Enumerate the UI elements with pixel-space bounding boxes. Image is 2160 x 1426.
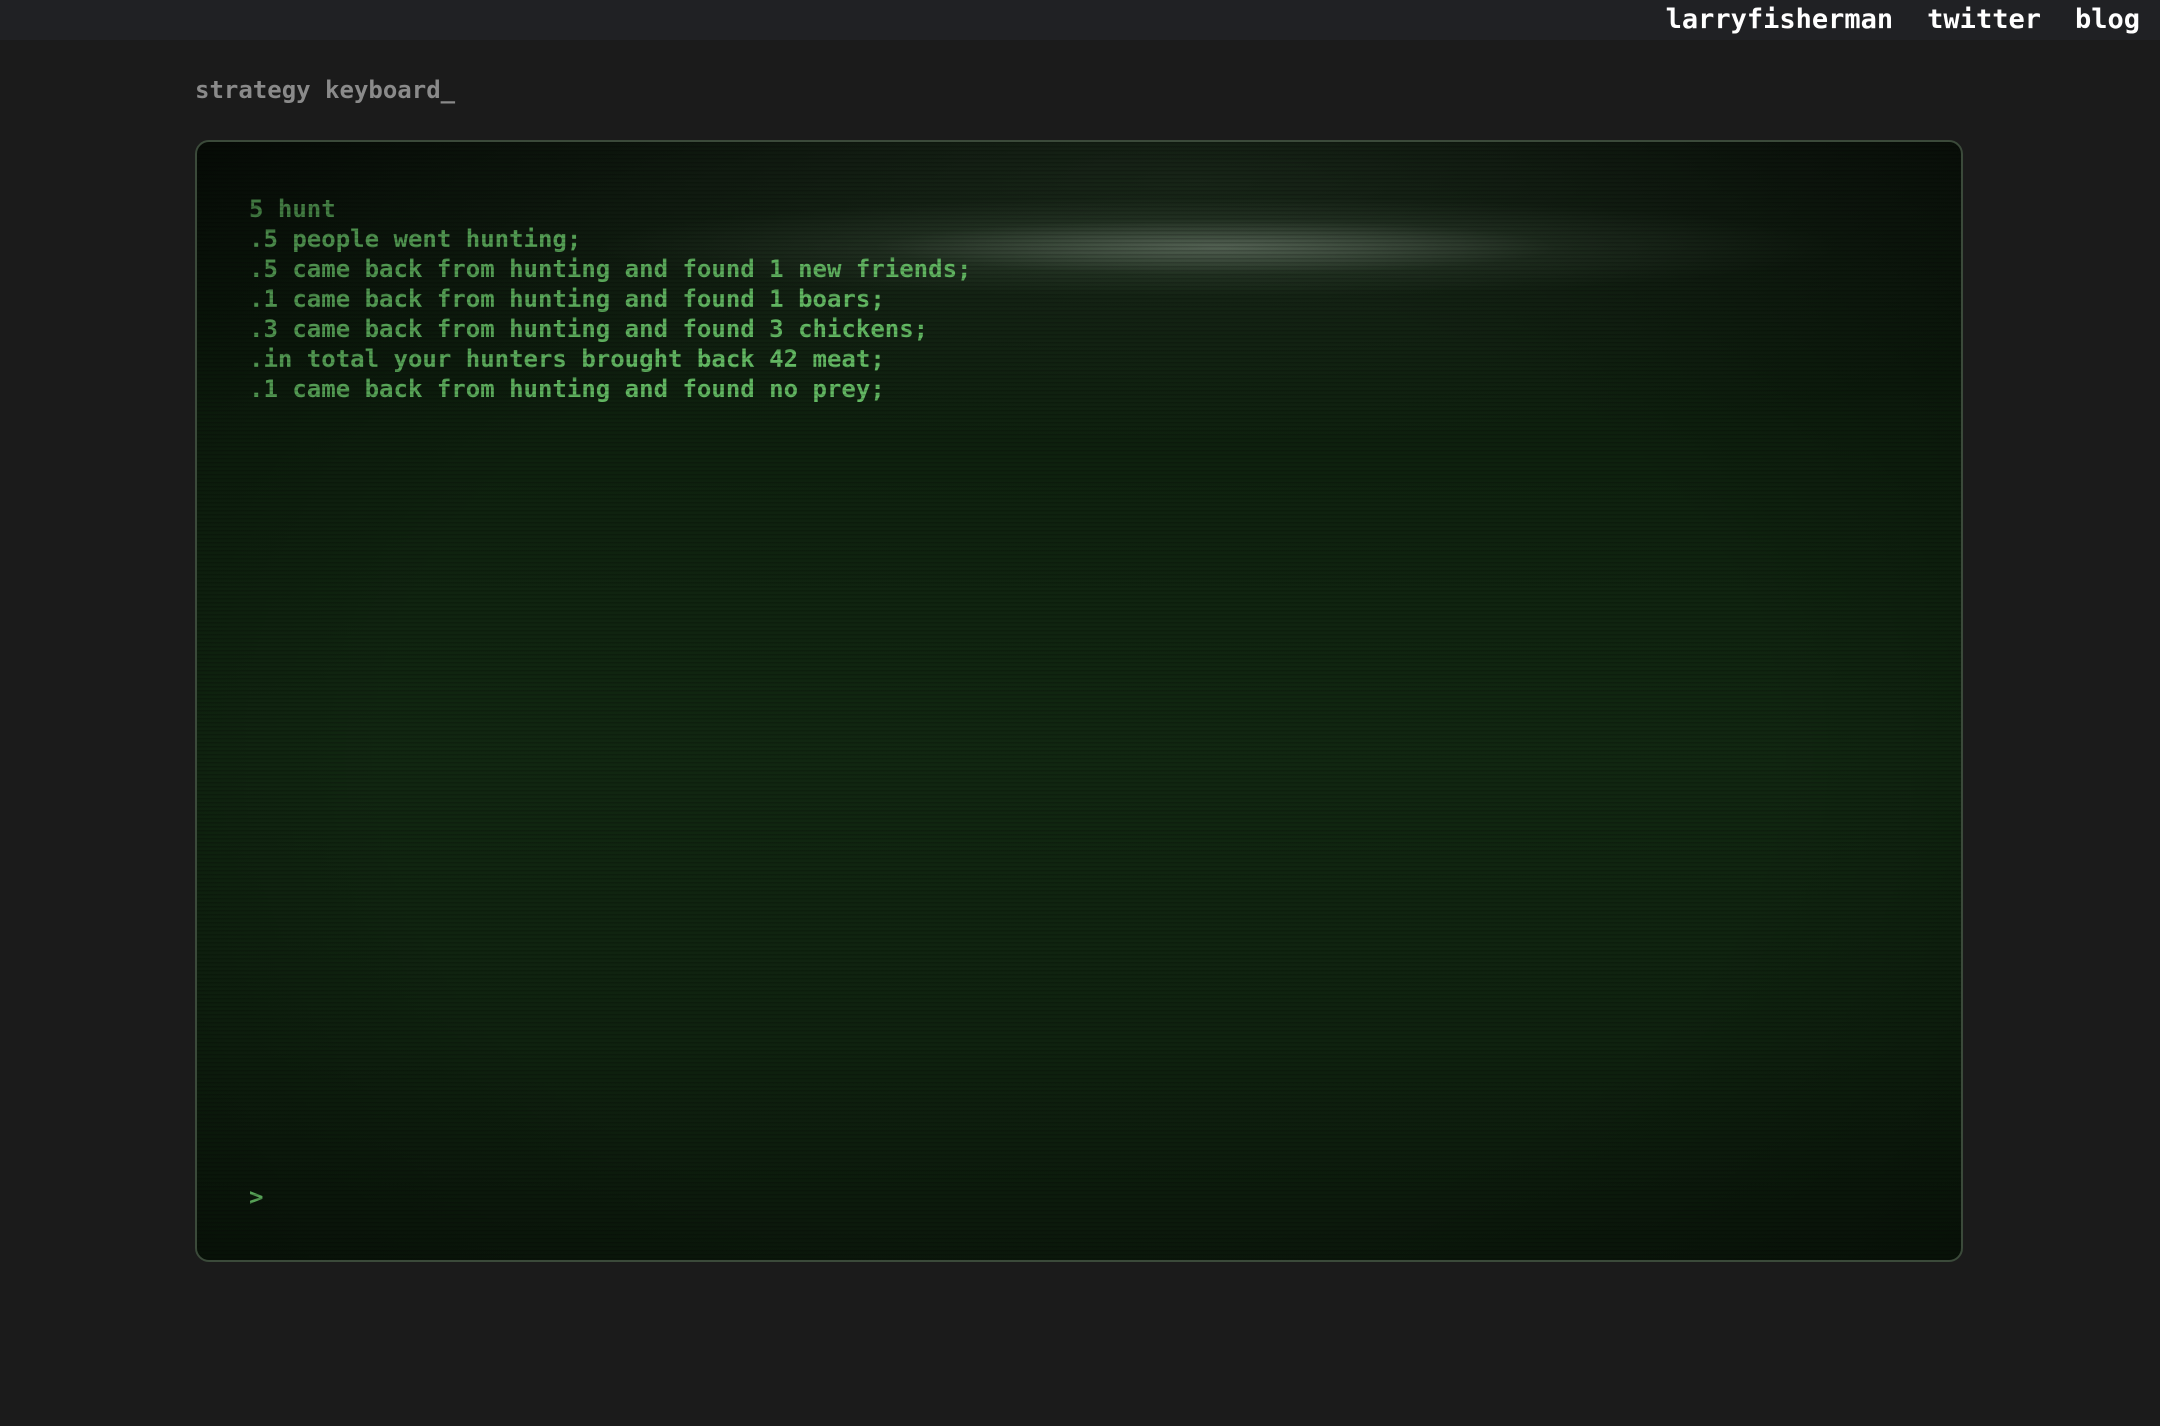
terminal-line-command: 5 hunt <box>249 195 336 223</box>
nav-link-twitter[interactable]: twitter <box>1927 0 2041 40</box>
nav-link-larryfisherman[interactable]: larryfisherman <box>1666 0 1894 40</box>
terminal-line: .in total your hunters brought back 42 m… <box>249 345 885 373</box>
top-navigation: larryfisherman twitter blog <box>0 0 2160 40</box>
terminal-line: .5 came back from hunting and found 1 ne… <box>249 255 972 283</box>
command-prompt: > <box>249 1182 1874 1212</box>
prompt-chevron-icon: > <box>249 1183 264 1211</box>
terminal-line: .1 came back from hunting and found no p… <box>249 375 885 403</box>
terminal-line: .1 came back from hunting and found 1 bo… <box>249 285 885 313</box>
game-terminal[interactable]: 5 hunt .5 people went hunting; .5 came b… <box>195 140 1963 1262</box>
terminal-line: .5 people went hunting; <box>249 225 582 253</box>
command-input[interactable] <box>273 1182 1874 1212</box>
page-title: strategy keyboard_ <box>195 76 456 104</box>
terminal-line: .3 came back from hunting and found 3 ch… <box>249 315 929 343</box>
terminal-output: 5 hunt .5 people went hunting; .5 came b… <box>249 194 971 404</box>
nav-link-blog[interactable]: blog <box>2075 0 2140 40</box>
